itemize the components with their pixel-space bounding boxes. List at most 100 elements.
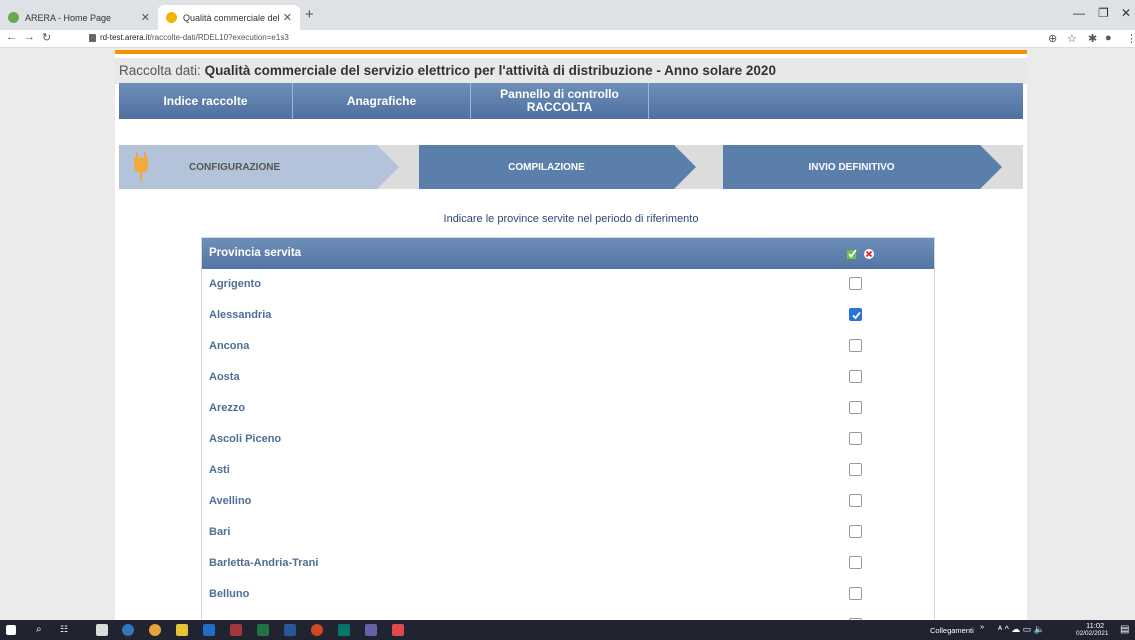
province-checkbox[interactable] xyxy=(849,432,862,445)
step-arrow xyxy=(674,145,696,189)
step-compilazione: COMPILAZIONE xyxy=(419,145,674,189)
province-checkbox[interactable] xyxy=(849,587,862,600)
step-label: CONFIGURAZIONE xyxy=(189,161,281,173)
select-all-icon[interactable] xyxy=(847,249,857,259)
table-row: Ancona xyxy=(202,331,934,362)
table-row: Ascoli Piceno xyxy=(202,424,934,455)
powerpoint-icon[interactable] xyxy=(311,624,323,636)
province-name: Belluno xyxy=(209,588,250,600)
bookmark-star-icon[interactable]: ☆ xyxy=(1067,32,1077,45)
page-title: Raccolta dati: Qualità commerciale del s… xyxy=(115,58,1027,84)
province-checkbox[interactable] xyxy=(849,339,862,352)
province-checkbox[interactable] xyxy=(849,463,862,476)
forward-icon[interactable]: → xyxy=(24,31,35,43)
deselect-all-icon[interactable] xyxy=(864,249,874,259)
tab-title: ARERA - Home Page xyxy=(25,12,112,23)
province-name: Asti xyxy=(209,464,230,476)
checkmark-icon xyxy=(852,311,861,320)
page-content: Raccolta dati: Qualità commerciale del s… xyxy=(115,50,1027,627)
province-checkbox[interactable] xyxy=(849,494,862,507)
province-checkbox[interactable] xyxy=(849,370,862,383)
menu-pannello-controllo[interactable]: Pannello di controllo RACCOLTA xyxy=(471,83,649,119)
province-checkbox[interactable] xyxy=(849,401,862,414)
clock-date[interactable]: 02/02/2021 xyxy=(1076,630,1109,637)
clock-time[interactable]: 11:02 xyxy=(1086,621,1104,630)
reload-icon[interactable]: ↻ xyxy=(42,31,51,44)
zoom-icon[interactable]: ⊕ xyxy=(1048,32,1057,45)
menu-anagrafiche[interactable]: Anagrafiche xyxy=(293,83,471,119)
tab-title: Qualità commerciale del servizio xyxy=(183,12,279,23)
new-tab-icon[interactable]: + xyxy=(305,6,314,23)
table-header: Provincia servita xyxy=(202,238,934,269)
maximize-icon[interactable]: ❐ xyxy=(1098,6,1109,20)
notifications-icon[interactable]: ▤ xyxy=(1120,624,1129,635)
column-header-provincia: Provincia servita xyxy=(209,247,302,259)
back-icon[interactable]: ← xyxy=(6,31,17,43)
publisher-icon[interactable] xyxy=(338,624,350,636)
province-checkbox[interactable] xyxy=(849,525,862,538)
page-favicon-icon xyxy=(166,12,177,23)
province-name: Arezzo xyxy=(209,402,246,414)
word-icon[interactable] xyxy=(284,624,296,636)
teams-icon[interactable] xyxy=(365,624,377,636)
title-text: Qualità commerciale del servizio elettri… xyxy=(204,63,776,78)
province-name: Bari xyxy=(209,526,231,538)
title-prefix: Raccolta dati: xyxy=(119,63,201,78)
province-name: Agrigento xyxy=(209,278,261,290)
province-checkbox[interactable] xyxy=(849,308,862,321)
url-path: /raccolte-dati/RDEL10?execution=e1s3 xyxy=(149,33,289,42)
table-row: Alessandria xyxy=(202,300,934,331)
menu-dots-icon[interactable]: ⋮ xyxy=(1126,32,1135,45)
province-name: Avellino xyxy=(209,495,252,507)
excel-icon[interactable] xyxy=(257,624,269,636)
store-icon[interactable] xyxy=(96,624,108,636)
close-tab-icon[interactable]: ✕ xyxy=(141,11,150,24)
menu-indice-raccolte[interactable]: Indice raccolte xyxy=(119,83,293,119)
close-tab-icon[interactable]: ✕ xyxy=(283,11,292,24)
edge-icon[interactable] xyxy=(122,624,134,636)
chrome-icon[interactable] xyxy=(149,624,161,636)
url-field[interactable]: rd-test.arera.it/raccolte-dati/RDEL10?ex… xyxy=(100,33,289,42)
address-bar: ← → ↻ rd-test.arera.it/raccolte-dati/RDE… xyxy=(0,30,1135,48)
tray-icons[interactable]: ᴬ ^ ☁ ▭ 🔈 xyxy=(998,624,1045,635)
menu-pannello-line1: Pannello di controllo xyxy=(500,87,619,101)
table-row: Belluno xyxy=(202,579,934,610)
minimize-icon[interactable]: — xyxy=(1073,6,1085,20)
url-host: rd-test.arera.it xyxy=(100,33,150,42)
province-name: Ancona xyxy=(209,340,250,352)
step-arrow xyxy=(377,145,399,189)
close-window-icon[interactable]: ✕ xyxy=(1121,6,1131,20)
profile-icon[interactable]: ● xyxy=(1105,32,1112,44)
access-icon[interactable] xyxy=(230,624,242,636)
table-row: Asti xyxy=(202,455,934,486)
search-icon[interactable]: ⌕ xyxy=(36,624,42,635)
browser-tab-bar: ARERA - Home Page ✕ Qualità commerciale … xyxy=(0,0,1135,30)
app-icon[interactable] xyxy=(392,624,404,636)
table-row: Avellino xyxy=(202,486,934,517)
province-name: Alessandria xyxy=(209,309,272,321)
os-taskbar: ⌕ ☷ Collegamenti » ᴬ ^ ☁ ▭ 🔈 11:02 02/02… xyxy=(0,620,1135,640)
browser-tab-arera-home[interactable]: ARERA - Home Page ✕ xyxy=(0,5,158,30)
links-expand-icon[interactable]: » xyxy=(980,622,984,631)
task-view-icon[interactable]: ☷ xyxy=(60,624,68,635)
main-menu: Indice raccolte Anagrafiche Pannello di … xyxy=(119,83,1023,119)
province-name: Ascoli Piceno xyxy=(209,433,282,445)
menu-pannello-line2: RACCOLTA xyxy=(526,100,593,114)
table-row: Agrigento xyxy=(202,269,934,300)
extensions-icon[interactable]: ✱ xyxy=(1088,32,1097,45)
links-toolbar[interactable]: Collegamenti xyxy=(930,626,974,635)
outlook-icon[interactable] xyxy=(203,624,215,636)
step-label: INVIO DEFINITIVO xyxy=(808,161,895,173)
file-explorer-icon[interactable] xyxy=(176,624,188,636)
step-configurazione: CONFIGURAZIONE xyxy=(119,145,377,189)
browser-tab-qualita[interactable]: Qualità commerciale del servizio ✕ xyxy=(158,5,300,30)
province-checkbox[interactable] xyxy=(849,556,862,569)
table-row: Arezzo xyxy=(202,393,934,424)
province-checkbox[interactable] xyxy=(849,277,862,290)
province-name: Aosta xyxy=(209,371,240,383)
lock-icon xyxy=(89,34,96,42)
windows-start-icon[interactable] xyxy=(6,625,16,635)
province-name: Barletta-Andria-Trani xyxy=(209,557,319,569)
table-row: Bari xyxy=(202,517,934,548)
plug-icon xyxy=(134,152,148,182)
